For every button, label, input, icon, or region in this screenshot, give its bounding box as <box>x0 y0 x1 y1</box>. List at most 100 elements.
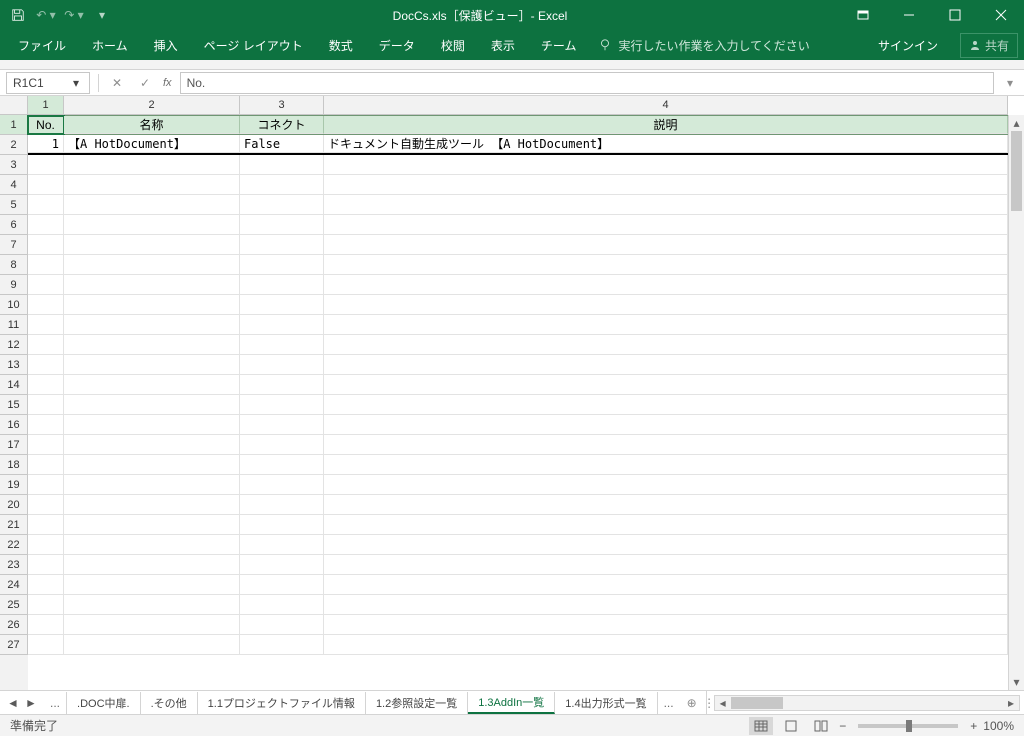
cell-empty[interactable] <box>28 295 64 315</box>
row-header-21[interactable]: 21 <box>0 515 28 535</box>
row-header-10[interactable]: 10 <box>0 295 28 315</box>
cell-empty[interactable] <box>240 335 324 355</box>
cell-empty[interactable] <box>240 295 324 315</box>
cell-empty[interactable] <box>64 295 240 315</box>
share-button[interactable]: 共有 <box>960 33 1018 58</box>
cell-empty[interactable] <box>324 375 1008 395</box>
cell-empty[interactable] <box>324 455 1008 475</box>
cell-empty[interactable] <box>324 435 1008 455</box>
cell-empty[interactable] <box>240 395 324 415</box>
scroll-left-icon[interactable]: ◂ <box>715 696 731 710</box>
worksheet[interactable]: 1 2 3 4 12345678910111213141516171819202… <box>0 96 1024 690</box>
cell-empty[interactable] <box>324 575 1008 595</box>
scroll-right-icon[interactable]: ▸ <box>1003 696 1019 710</box>
redo-icon[interactable]: ↷ ▾ <box>62 3 86 27</box>
cell-r1c1[interactable]: No. <box>28 116 64 134</box>
row-header-17[interactable]: 17 <box>0 435 28 455</box>
cell-empty[interactable] <box>324 275 1008 295</box>
cell-empty[interactable] <box>240 415 324 435</box>
save-icon[interactable] <box>6 3 30 27</box>
cell-empty[interactable] <box>28 435 64 455</box>
cell-empty[interactable] <box>28 555 64 575</box>
cell-empty[interactable] <box>64 535 240 555</box>
zoom-in-button[interactable]: + <box>970 719 977 733</box>
row-header-9[interactable]: 9 <box>0 275 28 295</box>
cell-empty[interactable] <box>64 255 240 275</box>
cell-empty[interactable] <box>240 595 324 615</box>
cell-r2c3[interactable]: False <box>240 135 324 153</box>
row-header-6[interactable]: 6 <box>0 215 28 235</box>
cell-empty[interactable] <box>240 495 324 515</box>
row-header-22[interactable]: 22 <box>0 535 28 555</box>
col-header-2[interactable]: 2 <box>64 96 240 114</box>
sheet-tab-11[interactable]: 1.1プロジェクトファイル情報 <box>198 692 366 714</box>
cell-r2c2[interactable]: 【A HotDocument】 <box>64 135 240 153</box>
tab-pagelayout[interactable]: ページ レイアウト <box>192 31 315 60</box>
tab-nav-prev-icon[interactable]: ◄ <box>6 696 20 710</box>
row-header-26[interactable]: 26 <box>0 615 28 635</box>
row-header-4[interactable]: 4 <box>0 175 28 195</box>
minimize-icon[interactable] <box>886 0 932 30</box>
cell-r1c3[interactable]: コネクト <box>240 116 324 134</box>
row-header-12[interactable]: 12 <box>0 335 28 355</box>
cell-empty[interactable] <box>28 635 64 655</box>
row-header-23[interactable]: 23 <box>0 555 28 575</box>
scroll-up-icon[interactable]: ▴ <box>1009 115 1024 131</box>
cell-empty[interactable] <box>28 335 64 355</box>
row-header-7[interactable]: 7 <box>0 235 28 255</box>
col-header-1[interactable]: 1 <box>28 96 64 114</box>
cell-empty[interactable] <box>240 155 324 175</box>
expand-formula-icon[interactable]: ▾ <box>1002 76 1018 90</box>
signin-link[interactable]: サインイン <box>866 31 950 60</box>
zoom-slider[interactable] <box>858 724 958 728</box>
cell-empty[interactable] <box>324 175 1008 195</box>
cell-empty[interactable] <box>28 615 64 635</box>
scroll-thumb[interactable] <box>1011 131 1022 211</box>
tab-team[interactable]: チーム <box>529 31 589 60</box>
cell-empty[interactable] <box>64 575 240 595</box>
cell-empty[interactable] <box>64 195 240 215</box>
cell-empty[interactable] <box>240 355 324 375</box>
hscroll-thumb[interactable] <box>731 697 783 709</box>
row-header-11[interactable]: 11 <box>0 315 28 335</box>
cell-empty[interactable] <box>64 355 240 375</box>
row-header-13[interactable]: 13 <box>0 355 28 375</box>
cell-empty[interactable] <box>240 615 324 635</box>
cell-empty[interactable] <box>324 535 1008 555</box>
cell-empty[interactable] <box>324 495 1008 515</box>
cell-empty[interactable] <box>240 635 324 655</box>
cell-r1c4[interactable]: 説明 <box>324 116 1008 134</box>
cell-empty[interactable] <box>28 515 64 535</box>
cell-empty[interactable] <box>28 315 64 335</box>
cell-empty[interactable] <box>64 635 240 655</box>
cell-empty[interactable] <box>64 315 240 335</box>
horizontal-scrollbar[interactable]: ◂ ▸ <box>714 695 1020 711</box>
cell-empty[interactable] <box>324 155 1008 175</box>
cell-empty[interactable] <box>324 615 1008 635</box>
cell-empty[interactable] <box>28 415 64 435</box>
cell-empty[interactable] <box>28 455 64 475</box>
tabs-overflow-right[interactable]: ... <box>658 696 680 710</box>
row-header-3[interactable]: 3 <box>0 155 28 175</box>
formula-input[interactable]: No. <box>180 72 994 94</box>
row-header-27[interactable]: 27 <box>0 635 28 655</box>
cell-empty[interactable] <box>64 615 240 635</box>
cell-empty[interactable] <box>64 335 240 355</box>
cell-empty[interactable] <box>324 355 1008 375</box>
cell-empty[interactable] <box>64 475 240 495</box>
cell-empty[interactable] <box>324 555 1008 575</box>
row-header-16[interactable]: 16 <box>0 415 28 435</box>
cell-empty[interactable] <box>240 255 324 275</box>
name-box[interactable]: R1C1 ▾ <box>6 72 90 94</box>
cell-empty[interactable] <box>64 555 240 575</box>
cell-empty[interactable] <box>240 555 324 575</box>
cell-empty[interactable] <box>240 235 324 255</box>
cell-empty[interactable] <box>240 215 324 235</box>
cell-empty[interactable] <box>324 395 1008 415</box>
view-pagelayout-icon[interactable] <box>779 717 803 735</box>
row-header-19[interactable]: 19 <box>0 475 28 495</box>
cell-empty[interactable] <box>28 535 64 555</box>
select-all-corner[interactable] <box>0 96 28 115</box>
tab-file[interactable]: ファイル <box>6 31 78 60</box>
new-sheet-icon[interactable]: ⊕ <box>680 696 704 710</box>
